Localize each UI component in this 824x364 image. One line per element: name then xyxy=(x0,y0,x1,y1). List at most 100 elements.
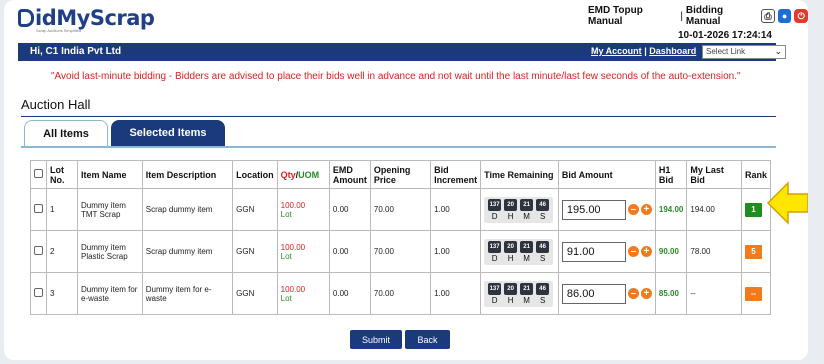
time-cell: 137 20 21 46 D H M S xyxy=(480,230,559,273)
bid-amount-input[interactable]: 195.00 xyxy=(561,199,626,220)
select-link-dropdown[interactable]: Select Link ⌄ xyxy=(702,45,786,59)
seconds-value: 46 xyxy=(536,240,550,253)
minutes-label: M xyxy=(523,253,530,263)
page-title: Auction Hall xyxy=(21,97,91,112)
h1-bid-cell: 90.00 xyxy=(654,230,688,273)
top-links: EMD Topup Manual | Bidding Manual ⎙ ● ⏻ xyxy=(588,5,808,27)
user-greeting: Hi, C1 India Pvt Ltd xyxy=(30,46,122,57)
emd-topup-link[interactable]: EMD Topup Manual xyxy=(588,5,677,27)
tab-divider xyxy=(21,146,776,148)
h1-bid-cell: 194.00 xyxy=(654,188,688,231)
col-location: Location xyxy=(232,160,278,189)
row-select-cell xyxy=(30,188,47,231)
tab-all-items[interactable]: All Items xyxy=(24,120,108,146)
description-cell: Dummy item for e-waste xyxy=(141,272,234,315)
minutes-label: M xyxy=(523,211,530,221)
tab-selected-items[interactable]: Selected Items xyxy=(111,120,225,146)
bid-amount-input[interactable]: 91.00 xyxy=(561,241,626,262)
lot-cell: 1 xyxy=(46,188,78,231)
qty-value: 100.00 xyxy=(280,284,306,294)
submit-button[interactable]: Submit xyxy=(350,330,402,349)
days-value: 137 xyxy=(488,198,502,211)
countdown: 137 20 21 46 D H M S xyxy=(484,238,554,265)
seconds-label: S xyxy=(539,295,546,305)
col-emd: EMD Amount xyxy=(328,160,371,189)
col-item-name: Item Name xyxy=(76,160,143,189)
qty-cell: 100.00 Lot xyxy=(276,188,330,231)
rank-cell: 5 xyxy=(740,230,772,273)
emd-cell: 0.00 xyxy=(328,230,371,273)
lot-cell: 2 xyxy=(46,230,78,273)
top-navbar: Hi, C1 India Pvt Ltd My Account | Dashbo… xyxy=(18,43,786,61)
bidding-notice: "Avoid last-minute bidding - Bidders are… xyxy=(51,71,741,82)
rank-badge: -- xyxy=(744,286,762,301)
increment-cell: 1.00 xyxy=(430,230,482,273)
my-account-link[interactable]: My Account xyxy=(591,46,642,56)
back-button[interactable]: Back xyxy=(405,330,450,349)
power-icon[interactable]: ⏻ xyxy=(794,9,808,23)
item-name-cell: Dummy item Plastic Scrap xyxy=(76,230,143,273)
rank-badge: 5 xyxy=(744,244,762,259)
bid-cell: 86.00 – + xyxy=(557,272,656,315)
opening-cell: 70.00 xyxy=(369,188,432,231)
bid-cell: 195.00 – + xyxy=(557,188,656,231)
increment-cell: 1.00 xyxy=(430,272,482,315)
location-cell: GGN xyxy=(232,188,278,231)
minutes-value: 21 xyxy=(520,198,534,211)
auction-table: Lot No. Item Name Item Description Locat… xyxy=(30,160,772,315)
minus-icon[interactable]: – xyxy=(627,288,639,299)
my-last-bid-cell: -- xyxy=(686,272,742,315)
plus-icon[interactable]: + xyxy=(640,204,652,215)
col-increment: Bid Increment xyxy=(430,160,482,189)
select-all-checkbox[interactable] xyxy=(34,169,43,178)
plus-icon[interactable]: + xyxy=(640,246,652,257)
nav-links: My Account | Dashboard xyxy=(591,46,696,56)
uom-value: Lot xyxy=(280,209,292,219)
bid-cell: 91.00 – + xyxy=(557,230,656,273)
col-qty-label: Qty xyxy=(280,169,296,180)
print-icon[interactable]: ⎙ xyxy=(761,9,775,23)
my-last-bid-cell: 194.00 xyxy=(686,188,742,231)
opening-cell: 70.00 xyxy=(369,272,432,315)
nav-separator: | xyxy=(644,46,647,56)
h1-bid-cell: 85.00 xyxy=(654,272,688,315)
tab-bar: All Items Selected Items xyxy=(24,120,225,146)
hours-value: 20 xyxy=(504,282,518,295)
item-name-cell: Dummy item TMT Scrap xyxy=(76,188,143,231)
page-frame: idMyScrap Scrap Auctions Simplified EMD … xyxy=(4,0,808,360)
lot-cell: 3 xyxy=(46,272,78,315)
minutes-value: 21 xyxy=(520,282,534,295)
chevron-down-icon: ⌄ xyxy=(774,46,782,56)
select-link-value: Select Link xyxy=(706,47,746,56)
row-checkbox[interactable] xyxy=(34,246,43,255)
time-cell: 137 20 21 46 D H M S xyxy=(480,272,559,315)
minus-icon[interactable]: – xyxy=(627,246,639,257)
days-value: 137 xyxy=(488,282,502,295)
qty-value: 100.00 xyxy=(280,200,306,210)
bidding-manual-link[interactable]: Bidding Manual xyxy=(686,5,758,27)
qty-cell: 100.00 Lot xyxy=(276,230,330,273)
location-cell: GGN xyxy=(232,230,278,273)
logo[interactable]: idMyScrap Scrap Auctions Simplified xyxy=(18,6,155,33)
minus-icon[interactable]: – xyxy=(627,204,639,215)
rank-cell: -- xyxy=(740,272,772,315)
days-label: D xyxy=(491,295,498,305)
location-cell: GGN xyxy=(232,272,278,315)
hours-value: 20 xyxy=(504,240,518,253)
dashboard-link[interactable]: Dashboard xyxy=(649,46,696,56)
days-value: 137 xyxy=(488,240,502,253)
seconds-label: S xyxy=(539,253,546,263)
col-qty-uom: Qty/UOM xyxy=(276,160,330,189)
lock-icon[interactable]: ● xyxy=(777,9,792,23)
my-last-bid-cell: 78.00 xyxy=(686,230,742,273)
bid-amount-input[interactable]: 86.00 xyxy=(561,283,626,304)
row-checkbox[interactable] xyxy=(34,204,43,213)
hours-label: H xyxy=(507,253,514,263)
seconds-label: S xyxy=(539,211,546,221)
uom-value: Lot xyxy=(280,293,292,303)
countdown: 137 20 21 46 D H M S xyxy=(484,196,554,223)
plus-icon[interactable]: + xyxy=(640,288,652,299)
row-checkbox[interactable] xyxy=(34,288,43,297)
emd-cell: 0.00 xyxy=(328,188,371,231)
col-h1: H1 Bid xyxy=(654,160,688,189)
